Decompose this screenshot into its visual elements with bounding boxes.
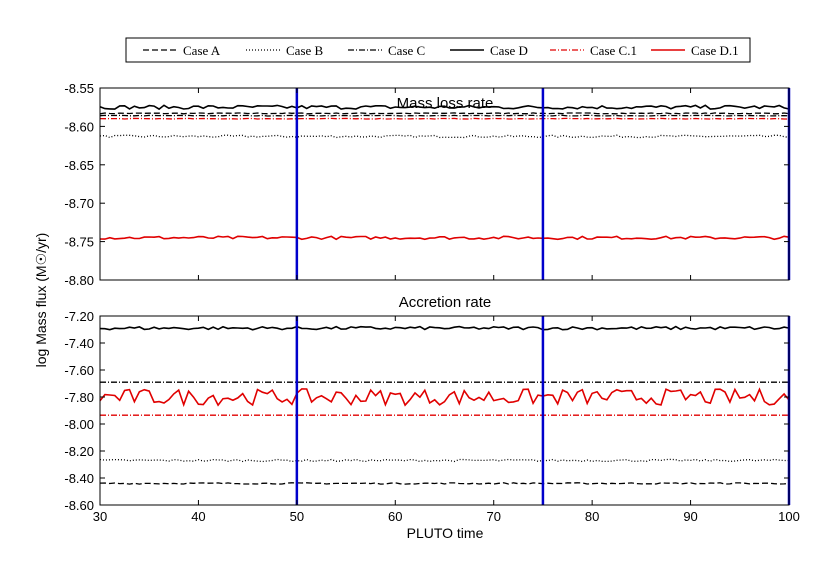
legend-label: Case B (286, 43, 324, 58)
legend-label: Case C.1 (590, 43, 637, 58)
y-tick-label: -8.60 (64, 119, 94, 134)
y-tick-label: -8.00 (64, 417, 94, 432)
legend: Case A Case B Case C Case D Case C.1 Case D.1 (125, 37, 751, 63)
x-tick-label: 90 (683, 509, 697, 524)
x-tick-label: 40 (191, 509, 205, 524)
legend-label: Case A (183, 43, 221, 58)
x-tick-label: 60 (388, 509, 402, 524)
accretion-panel: Accretion rate -7.20 -7.40 -7.60 -7.80 -8.00… (64, 294, 799, 524)
x-tick-label: 80 (585, 509, 599, 524)
y-axis-label: log Mass flux (M☉/yr) (33, 233, 49, 368)
y-tick-label: -7.60 (64, 363, 94, 378)
legend-label: Case D.1 (691, 43, 739, 58)
series-line-case-a (99, 112, 790, 115)
plot-frame (99, 315, 790, 506)
x-tick-label: 100 (778, 509, 800, 524)
legend-label: Case C (388, 43, 425, 58)
legend-label: Case D (490, 43, 528, 58)
mass-loss-title: Mass loss rate (397, 95, 494, 112)
y-tick-label: -7.20 (64, 309, 94, 324)
y-tick-label: -8.65 (64, 158, 94, 173)
y-tick-label: -8.55 (64, 81, 94, 96)
figure: Case A Case B Case C Case D Case C.1 Case D.1… (33, 37, 800, 541)
series-line-case-d-1 (99, 387, 790, 408)
series-line-case-c-1 (99, 117, 789, 120)
series-line-case-b (99, 134, 790, 139)
plot-frame (99, 87, 790, 281)
y-tick-label: -8.75 (64, 235, 94, 250)
mass-loss-panel: Mass loss rate -8.55 -8.60 -8.65 -8.70 -8.75… (64, 81, 791, 288)
series-line-case-d-1 (99, 235, 790, 241)
series-line-case-b (99, 458, 789, 463)
x-tick-label: 70 (486, 509, 500, 524)
y-tick-label: -7.40 (64, 336, 94, 351)
y-tick-label: -8.20 (64, 444, 94, 459)
series-line-case-d (99, 325, 790, 331)
y-tick-label: -7.80 (64, 390, 94, 405)
y-tick-label: -8.70 (64, 196, 94, 211)
y-tick-label: -8.40 (64, 471, 94, 486)
series-line-case-a (99, 482, 790, 485)
series-line-case-c (99, 114, 790, 117)
x-axis-label: PLUTO time (407, 525, 484, 541)
accretion-title: Accretion rate (399, 294, 492, 311)
y-tick-label: -8.80 (64, 273, 94, 288)
x-tick-label: 50 (290, 509, 304, 524)
y-tick-label: -8.60 (64, 498, 94, 513)
x-tick-label: 30 (93, 509, 107, 524)
